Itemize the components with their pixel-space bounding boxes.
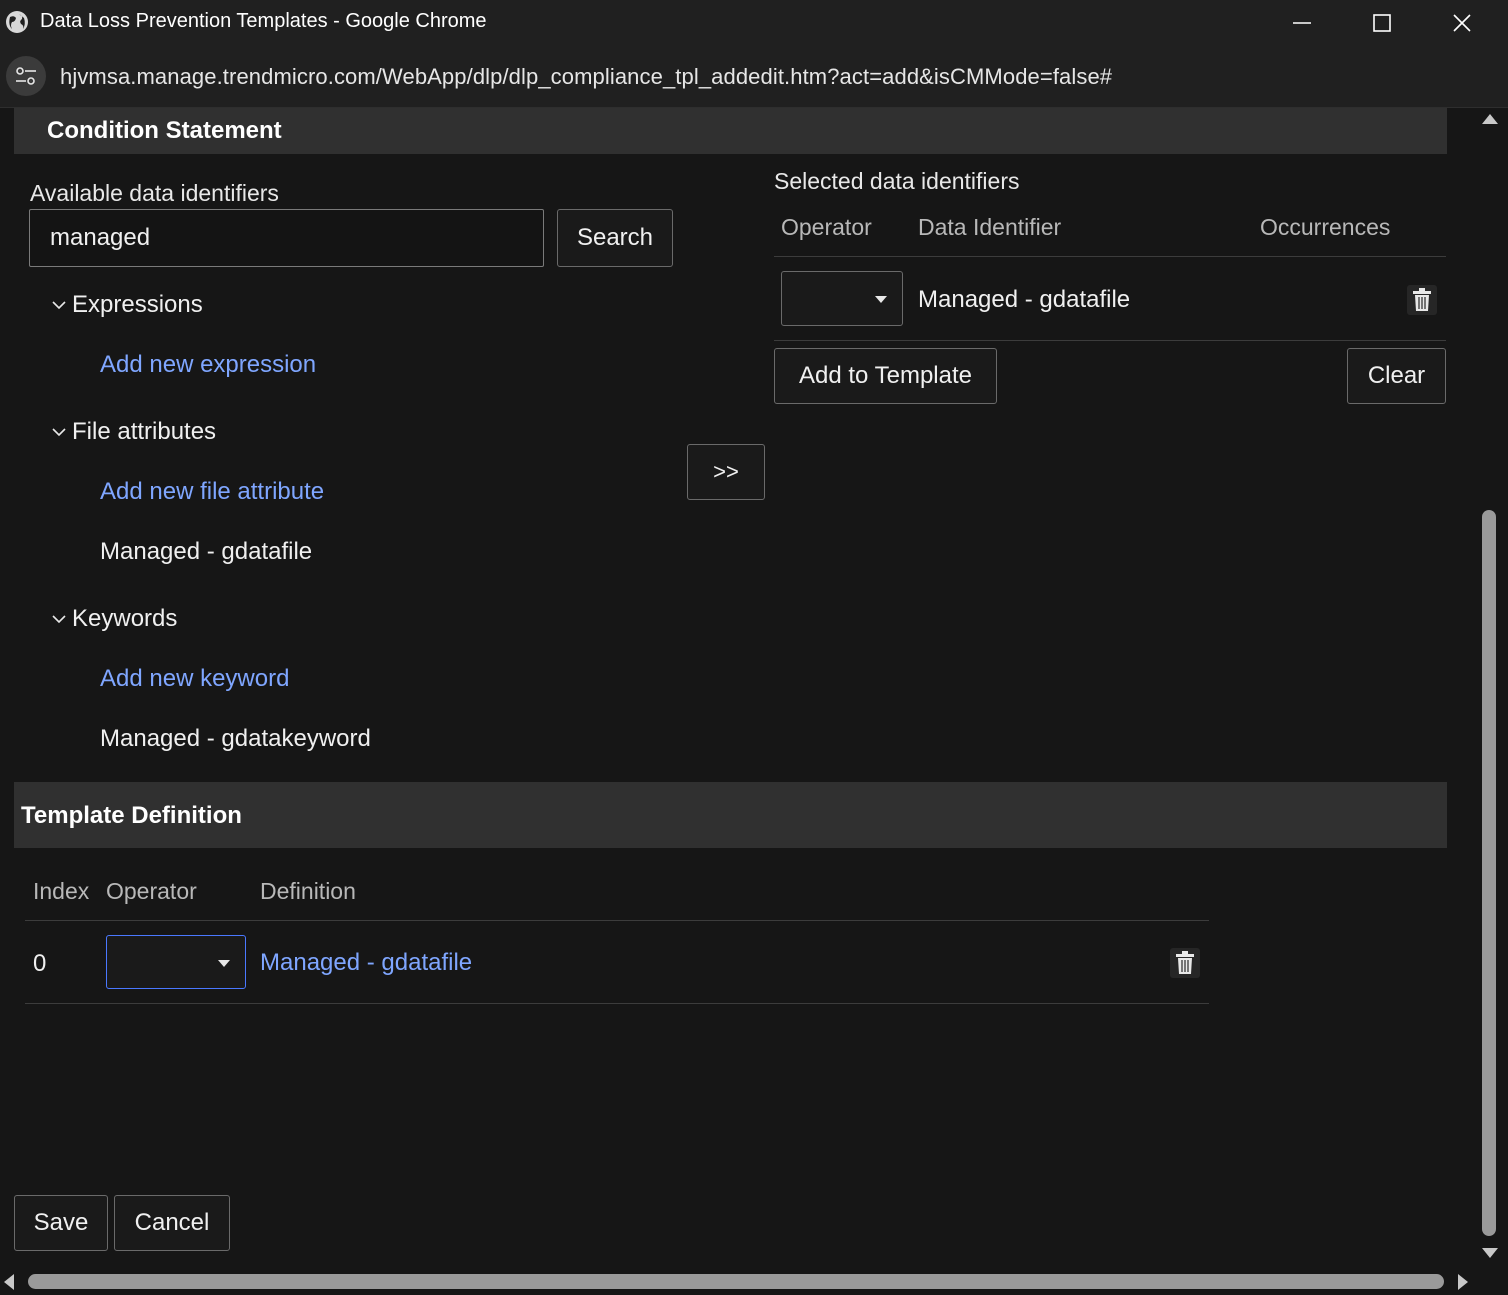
add-new-expression-link[interactable]: Add new expression: [100, 351, 316, 379]
column-data-identifier: Data Identifier: [918, 214, 1062, 240]
template-definition-title: Template Definition: [21, 802, 242, 829]
column-index: Index: [33, 878, 90, 904]
site-info-button[interactable]: [6, 56, 46, 96]
template-definition-header: Template Definition: [14, 782, 1447, 848]
file-attributes-toggle[interactable]: File attributes: [50, 418, 216, 446]
selected-identifier-name: Managed - gdatafile: [918, 286, 1131, 313]
search-button[interactable]: Search: [557, 209, 673, 267]
scroll-right-icon[interactable]: [1458, 1274, 1468, 1290]
keywords-label: Keywords: [72, 605, 178, 632]
save-button[interactable]: Save: [14, 1195, 108, 1251]
search-input[interactable]: [29, 209, 544, 267]
close-icon: [1453, 14, 1471, 32]
minimize-button[interactable]: [1262, 0, 1342, 46]
condition-statement-title: Condition Statement: [47, 117, 282, 144]
scroll-up-icon[interactable]: [1482, 114, 1498, 124]
column-operator: Operator: [106, 878, 197, 904]
add-new-keyword-link[interactable]: Add new keyword: [100, 665, 289, 693]
trash-icon[interactable]: [1170, 948, 1200, 978]
cancel-button[interactable]: Cancel: [114, 1195, 230, 1251]
url-text[interactable]: hjvmsa.manage.trendmicro.com/WebApp/dlp/…: [60, 64, 1112, 90]
divider: [25, 920, 1209, 921]
page-content: Condition Statement Available data ident…: [0, 108, 1476, 1269]
chevron-down-icon: [52, 615, 66, 624]
column-operator: Operator: [781, 214, 872, 240]
close-button[interactable]: [1422, 0, 1502, 46]
caret-down-icon: [218, 960, 230, 967]
keywords-toggle[interactable]: Keywords: [50, 605, 177, 633]
expressions-label: Expressions: [72, 291, 203, 318]
minimize-icon: [1293, 22, 1311, 24]
column-occurrences: Occurrences: [1260, 214, 1391, 240]
identifier-item-gdatakeyword[interactable]: Managed - gdatakeyword: [100, 725, 371, 753]
vertical-scroll-thumb[interactable]: [1482, 510, 1496, 1236]
file-attributes-label: File attributes: [72, 418, 217, 445]
maximize-icon: [1373, 14, 1391, 32]
divider: [774, 340, 1446, 341]
clear-button[interactable]: Clear: [1347, 348, 1446, 404]
trash-icon[interactable]: [1407, 285, 1437, 315]
trash-glyph: [1413, 288, 1431, 311]
add-to-template-button[interactable]: Add to Template: [774, 348, 997, 404]
template-operator-select[interactable]: [106, 935, 246, 989]
move-to-selected-button[interactable]: >>: [687, 444, 765, 500]
chevron-down-icon: [52, 301, 66, 310]
trash-glyph: [1176, 951, 1194, 974]
selected-operator-select[interactable]: [781, 271, 903, 326]
identifier-item-gdatafile[interactable]: Managed - gdatafile: [100, 538, 312, 566]
scroll-left-icon[interactable]: [4, 1274, 14, 1290]
row-index: 0: [33, 950, 47, 977]
available-identifiers-label: Available data identifiers: [30, 180, 279, 206]
divider: [774, 256, 1446, 257]
chevron-down-icon: [52, 428, 66, 437]
globe-icon: [6, 11, 28, 33]
vertical-scrollbar[interactable]: [1476, 108, 1508, 1269]
definition-link[interactable]: Managed - gdatafile: [260, 949, 472, 977]
horizontal-scrollbar[interactable]: [0, 1269, 1476, 1295]
tune-icon: [16, 67, 36, 85]
divider: [25, 1003, 1209, 1004]
horizontal-scroll-thumb[interactable]: [28, 1274, 1444, 1289]
add-new-file-attribute-link[interactable]: Add new file attribute: [100, 478, 324, 506]
condition-statement-header: Condition Statement: [14, 108, 1447, 154]
scrollbar-corner: [1476, 1269, 1508, 1295]
selected-identifiers-label: Selected data identifiers: [774, 168, 1020, 194]
caret-down-icon: [875, 296, 887, 303]
column-definition: Definition: [260, 878, 356, 904]
address-bar: hjvmsa.manage.trendmicro.com/WebApp/dlp/…: [0, 46, 1508, 108]
window-titlebar: Data Loss Prevention Templates - Google …: [0, 0, 1508, 46]
window-title: Data Loss Prevention Templates - Google …: [40, 10, 487, 32]
scroll-down-icon[interactable]: [1482, 1248, 1498, 1258]
expressions-toggle[interactable]: Expressions: [50, 291, 203, 319]
maximize-button[interactable]: [1342, 0, 1422, 46]
